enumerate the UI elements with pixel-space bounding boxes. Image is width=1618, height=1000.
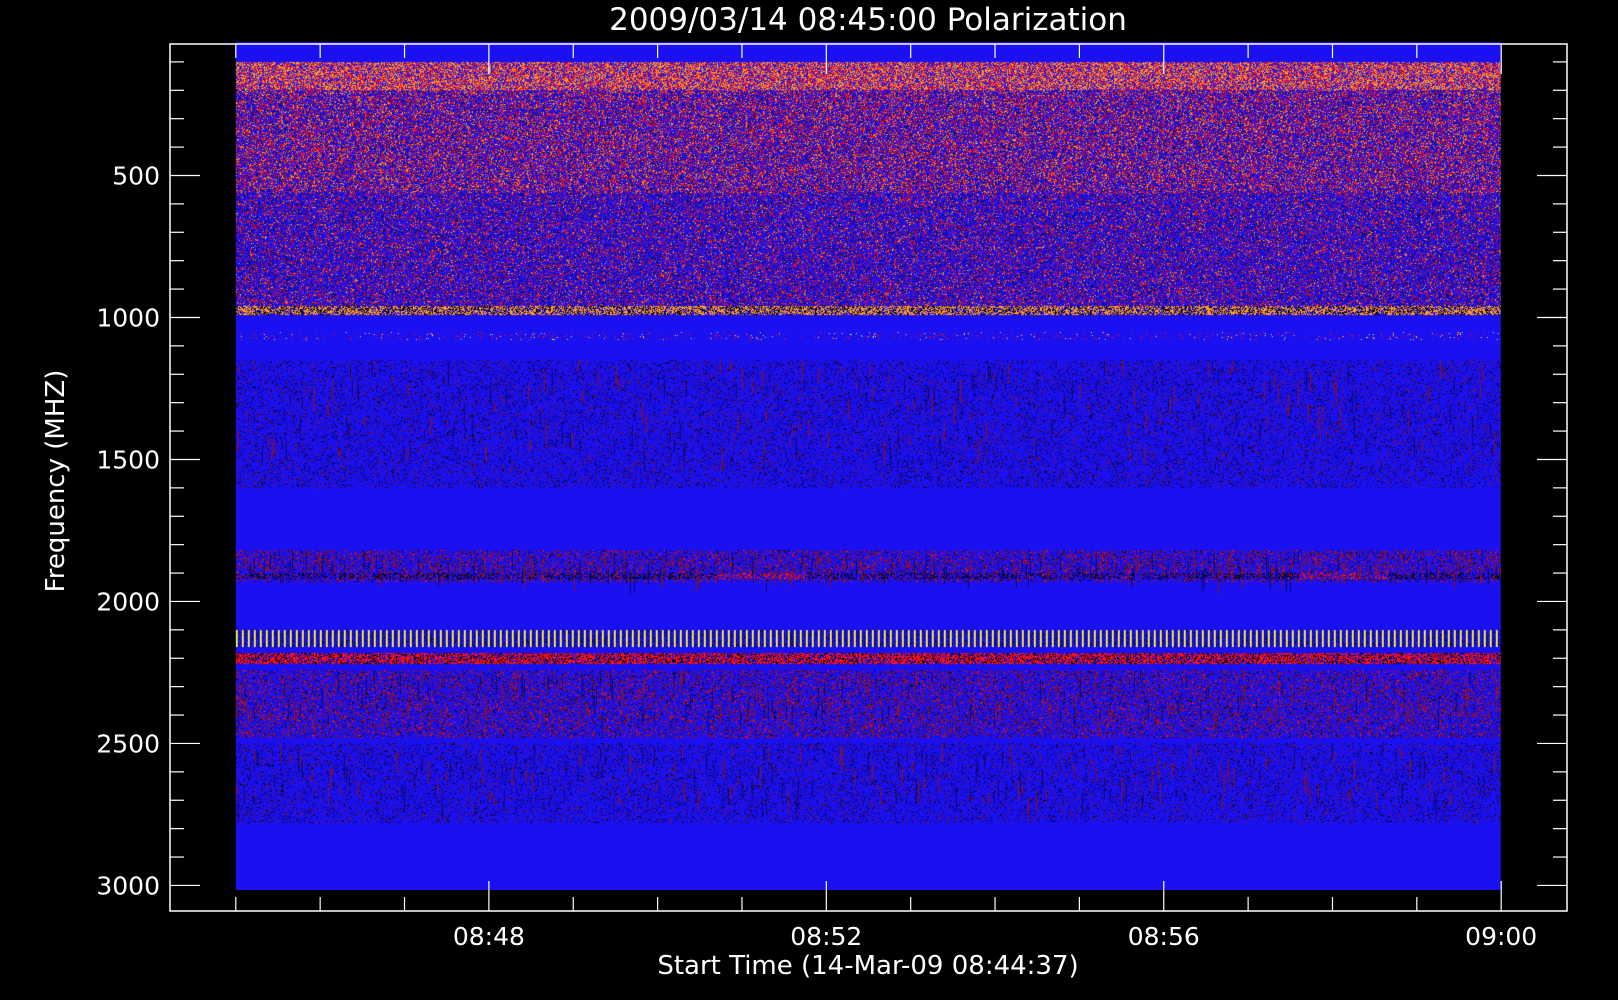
x-tick-label: 08:48 xyxy=(453,922,525,951)
y-tick-label: 1000 xyxy=(96,303,160,332)
spectrogram-heatmap xyxy=(235,42,1501,891)
y-tick-label: 500 xyxy=(112,161,160,190)
x-tick-label: 08:52 xyxy=(790,922,862,951)
y-tick-label: 2000 xyxy=(96,587,160,616)
x-axis-label: Start Time (14-Mar-09 08:44:37) xyxy=(657,951,1078,981)
y-axis-label: Frequency (MHZ) xyxy=(41,370,71,593)
y-tick-label: 3000 xyxy=(96,871,160,900)
y-tick-label: 2500 xyxy=(96,729,160,758)
x-tick-label: 09:00 xyxy=(1465,922,1537,951)
chart-title: 2009/03/14 08:45:00 Polarization xyxy=(609,2,1127,38)
x-tick-label: 08:56 xyxy=(1128,922,1200,951)
heatmap-image xyxy=(235,42,1501,891)
spectrogram-chart: 2009/03/14 08:45:00 Polarization 500 1000… xyxy=(41,2,1568,981)
y-tick-label: 1500 xyxy=(96,445,160,474)
